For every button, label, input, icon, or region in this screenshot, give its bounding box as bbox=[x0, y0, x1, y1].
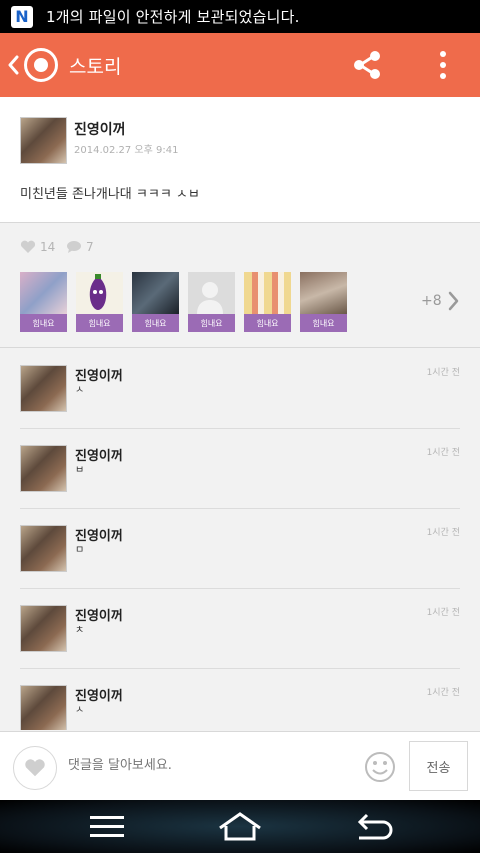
reaction-tag: 힘내요 bbox=[132, 314, 179, 332]
reaction-item[interactable]: 힘내요 bbox=[244, 272, 291, 332]
comment-item: 진영이꺼 ㅅ 1시간 전 bbox=[20, 669, 460, 730]
comment-text: ㅅ bbox=[75, 385, 85, 396]
reaction-avatar bbox=[244, 272, 291, 314]
reaction-tag: 힘내요 bbox=[244, 314, 291, 332]
story-logo-icon[interactable] bbox=[24, 48, 58, 82]
comment-list[interactable]: 진영이꺼 ㅅ 1시간 전 진영이꺼 ㅂ 1시간 전 진영이꺼 ㅁ 1시간 전 진… bbox=[0, 349, 480, 730]
speech-bubble-icon bbox=[67, 241, 81, 253]
story-post: 진영이꺼 2014.02.27 오후 9:41 미친년들 존나개나대 ㅋㅋㅋ ㅅ… bbox=[0, 97, 480, 223]
comment-item: 진영이꺼 ㅂ 1시간 전 bbox=[20, 429, 460, 509]
chevron-right-icon bbox=[448, 291, 458, 311]
commenter-avatar[interactable] bbox=[20, 685, 67, 730]
author-avatar[interactable] bbox=[20, 117, 67, 164]
reaction-list: 힘내요 힘내요 힘내요 힘내요 힘내요 힘내요 bbox=[20, 272, 356, 332]
reaction-tag: 힘내요 bbox=[188, 314, 235, 332]
share-icon[interactable] bbox=[352, 50, 382, 80]
comment-item: 진영이꺼 ㅊ 1시간 전 bbox=[20, 589, 460, 669]
comment-input-bar: 전송 bbox=[0, 731, 480, 800]
reaction-tag: 힘내요 bbox=[76, 314, 123, 332]
reaction-avatar bbox=[132, 272, 179, 314]
comment-time: 1시간 전 bbox=[426, 448, 460, 458]
comment-time: 1시간 전 bbox=[426, 688, 460, 698]
more-reactions-button[interactable]: +8 bbox=[421, 291, 464, 311]
commenter-avatar[interactable] bbox=[20, 365, 67, 412]
reaction-item[interactable]: 힘내요 bbox=[132, 272, 179, 332]
emoticon-icon[interactable] bbox=[364, 751, 396, 783]
comment-count-value: 7 bbox=[86, 240, 94, 254]
naver-app-icon: N bbox=[11, 5, 33, 28]
reaction-avatar bbox=[20, 272, 67, 314]
comment-input[interactable] bbox=[68, 750, 348, 780]
more-reactions-count: +8 bbox=[421, 293, 442, 309]
chevron-left-icon[interactable] bbox=[7, 53, 21, 77]
home-icon[interactable] bbox=[217, 812, 263, 842]
reaction-item[interactable]: 힘내요 bbox=[20, 272, 67, 332]
post-date: 2014.02.27 오후 9:41 bbox=[74, 145, 179, 156]
comment-time: 1시간 전 bbox=[426, 528, 460, 538]
comment-count[interactable]: 7 bbox=[66, 240, 94, 254]
reaction-avatar bbox=[76, 272, 123, 314]
reaction-tag: 힘내요 bbox=[300, 314, 347, 332]
reaction-avatar bbox=[300, 272, 347, 314]
system-nav-bar bbox=[0, 800, 480, 853]
app-bar: 스토리 bbox=[0, 33, 480, 97]
more-vertical-icon[interactable] bbox=[436, 50, 450, 80]
menu-icon[interactable] bbox=[87, 812, 127, 842]
heart-icon bbox=[20, 240, 36, 253]
comment-text: ㅁ bbox=[75, 545, 85, 556]
post-text: 미친년들 존나개나대 ㅋㅋㅋ ㅅㅂ bbox=[20, 187, 200, 202]
comment-time: 1시간 전 bbox=[426, 608, 460, 618]
send-button[interactable]: 전송 bbox=[409, 741, 468, 791]
heart-icon bbox=[25, 759, 45, 777]
back-icon[interactable] bbox=[353, 812, 393, 842]
page-title: 스토리 bbox=[69, 55, 122, 78]
commenter-avatar[interactable] bbox=[20, 525, 67, 572]
notification-text: 1개의 파일이 안전하게 보관되었습니다. bbox=[46, 8, 300, 26]
comment-text: ㅅ bbox=[75, 705, 85, 716]
commenter-avatar[interactable] bbox=[20, 445, 67, 492]
like-count-value: 14 bbox=[40, 240, 56, 254]
comment-text: ㅊ bbox=[75, 625, 85, 636]
like-count[interactable]: 14 bbox=[20, 240, 55, 254]
default-avatar-icon bbox=[188, 272, 235, 314]
comment-text: ㅂ bbox=[75, 465, 85, 476]
comment-item: 진영이꺼 ㅁ 1시간 전 bbox=[20, 509, 460, 589]
comment-item: 진영이꺼 ㅅ 1시간 전 bbox=[20, 349, 460, 429]
status-bar: N 1개의 파일이 안전하게 보관되었습니다. bbox=[0, 0, 480, 33]
post-author[interactable]: 진영이꺼 bbox=[74, 119, 126, 139]
post-stats: 14 7 힘내요 힘내요 힘내요 힘내요 힘내요 힘내요 +8 bbox=[0, 224, 480, 348]
reaction-tag: 힘내요 bbox=[20, 314, 67, 332]
reaction-item[interactable]: 힘내요 bbox=[300, 272, 347, 332]
commenter-avatar[interactable] bbox=[20, 605, 67, 652]
reaction-item[interactable]: 힘내요 bbox=[188, 272, 235, 332]
reaction-item[interactable]: 힘내요 bbox=[76, 272, 123, 332]
comment-time: 1시간 전 bbox=[426, 368, 460, 378]
like-button[interactable] bbox=[13, 746, 57, 790]
